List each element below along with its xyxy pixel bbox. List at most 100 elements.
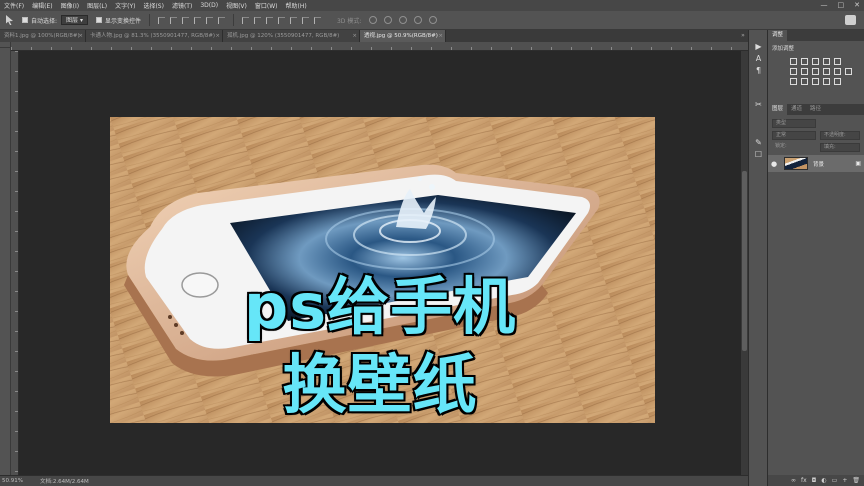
invert-icon[interactable] [790, 78, 797, 85]
new-layer-icon[interactable]: + [842, 477, 847, 484]
align-top-icon[interactable] [157, 16, 165, 24]
tab-close-icon[interactable]: × [215, 30, 220, 42]
delete-layer-icon[interactable]: 🗑 [852, 477, 860, 484]
tab-document-4[interactable]: 透视.jpg @ 50.9%(RGB/8#) × [360, 30, 446, 42]
zoom-level[interactable]: 50.91% [0, 478, 36, 484]
layer-filter-dropdown[interactable]: 类型 [772, 119, 816, 128]
color-lookup-icon[interactable] [845, 68, 852, 75]
align-bottom-icon[interactable] [181, 16, 189, 24]
auto-select-checkbox[interactable] [22, 17, 28, 23]
align-left-icon[interactable] [193, 16, 201, 24]
menu-3d[interactable]: 3D(D) [196, 2, 222, 9]
fill-field[interactable]: 填充: [820, 143, 860, 152]
menu-window[interactable]: 窗口(W) [251, 1, 282, 10]
menu-select[interactable]: 选择(S) [139, 1, 168, 10]
selective-color-icon[interactable] [823, 78, 830, 85]
brush-icon[interactable]: ✎ [754, 138, 763, 147]
adjustment-row-1 [768, 58, 864, 65]
opacity-field[interactable]: 不透明度: [820, 131, 860, 140]
black-white-icon[interactable] [812, 68, 819, 75]
tab-adjustments[interactable]: 调整 [768, 30, 788, 41]
tab-layers[interactable]: 图层 [768, 104, 788, 115]
eye-icon[interactable]: ● [768, 160, 780, 168]
tab-document-1[interactable]: 资料1.jpg @ 100%(RGB/8#) × [0, 30, 86, 42]
link-layers-icon[interactable]: ∞ [791, 477, 796, 484]
posterize-icon[interactable] [801, 78, 808, 85]
clone-source-icon[interactable]: ☐ [754, 150, 763, 159]
panel-grip[interactable] [0, 42, 10, 48]
brightness-icon[interactable] [790, 58, 797, 65]
maximize-button[interactable]: □ [838, 1, 845, 10]
layer-name: 背景 [813, 161, 825, 168]
paragraph-icon[interactable]: ¶ [754, 66, 763, 75]
layer-row-background[interactable]: ● 背景 ▣ [768, 155, 864, 172]
tab-document-2[interactable]: 卡通人物.jpg @ 81.3% (3550901477, RGB/8#) × [86, 30, 223, 42]
vibrance-icon[interactable] [834, 58, 841, 65]
history-icon[interactable]: ▶ [754, 42, 763, 51]
distribute-hcenter-icon[interactable] [289, 16, 297, 24]
window-controls: — □ ✕ [821, 1, 861, 10]
move-tool-icon[interactable] [6, 15, 13, 25]
scrollbar-thumb[interactable] [742, 171, 747, 351]
distribute-vcenter-icon[interactable] [253, 16, 261, 24]
threshold-icon[interactable] [812, 78, 819, 85]
channel-mixer-icon[interactable] [834, 68, 841, 75]
menu-file[interactable]: 文件(F) [0, 1, 28, 10]
tools-options-icon[interactable]: ✂ [754, 100, 763, 109]
properties-icon[interactable]: A [754, 54, 763, 63]
3d-roll-icon[interactable] [384, 16, 393, 24]
3d-scale-icon[interactable] [429, 16, 438, 24]
color-balance-icon[interactable] [801, 68, 808, 75]
auto-align-icon[interactable] [313, 16, 321, 24]
show-transform-checkbox[interactable] [95, 17, 102, 23]
3d-rotate-icon[interactable] [369, 16, 378, 24]
vertical-ruler[interactable] [11, 51, 19, 475]
distribute-right-icon[interactable] [301, 16, 309, 24]
align-right-icon[interactable] [217, 16, 225, 24]
menu-view[interactable]: 视图(V) [222, 1, 251, 10]
exposure-icon[interactable] [823, 58, 830, 65]
new-group-icon[interactable]: ▭ [832, 477, 838, 484]
menu-type[interactable]: 文字(Y) [111, 1, 139, 10]
blend-mode-dropdown[interactable]: 正常 [772, 131, 816, 140]
camera-icon[interactable] [845, 15, 856, 25]
tab-close-icon[interactable]: × [78, 30, 83, 42]
document-size[interactable]: 文档:2.64M/2.64M [40, 477, 89, 485]
3d-slide-icon[interactable] [414, 16, 423, 24]
3d-pan-icon[interactable] [399, 16, 408, 24]
layers-footer: ∞ fx ◘ ◐ ▭ + 🗑 [768, 475, 864, 486]
distribute-bottom-icon[interactable] [265, 16, 273, 24]
show-transform-label: 显示变换控件 [104, 17, 141, 25]
gradient-map-icon[interactable] [834, 78, 841, 85]
menu-layer[interactable]: 图层(L) [83, 1, 111, 10]
align-vcenter-icon[interactable] [169, 16, 177, 24]
tab-document-3[interactable]: 孤机.jpg @ 120% (3550901477, RGB/8#) × [223, 30, 360, 42]
tab-overflow-button[interactable]: » [738, 30, 748, 42]
minimize-button[interactable]: — [821, 1, 828, 10]
menu-help[interactable]: 帮助(H) [282, 1, 311, 10]
levels-icon[interactable] [801, 58, 808, 65]
menu-edit[interactable]: 编辑(E) [28, 1, 56, 10]
distribute-top-icon[interactable] [241, 16, 249, 24]
tab-channels[interactable]: 通道 [787, 104, 806, 115]
tab-close-icon[interactable]: × [352, 30, 357, 42]
layer-style-icon[interactable]: fx [801, 477, 807, 484]
auto-select-dropdown[interactable]: 图层 [61, 15, 88, 25]
menu-filter[interactable]: 滤镜(T) [168, 1, 196, 10]
new-fill-layer-icon[interactable]: ◐ [821, 477, 826, 484]
tab-paths[interactable]: 路径 [806, 104, 825, 115]
options-bar: 自动选择: 图层 显示变换控件 3D 模式: [0, 11, 864, 30]
photo-filter-icon[interactable] [823, 68, 830, 75]
document-canvas[interactable]: ps给手机 换壁纸 [19, 51, 741, 475]
canvas-vertical-scrollbar[interactable] [741, 51, 748, 475]
hue-saturation-icon[interactable] [790, 68, 797, 75]
menu-image[interactable]: 图像(I) [57, 1, 83, 10]
tab-close-icon[interactable]: × [438, 30, 443, 42]
align-hcenter-icon[interactable] [205, 16, 213, 24]
add-mask-icon[interactable]: ◘ [812, 477, 817, 484]
curves-icon[interactable] [812, 58, 819, 65]
close-button[interactable]: ✕ [854, 1, 860, 10]
horizontal-ruler[interactable] [11, 42, 748, 51]
divider [148, 14, 150, 26]
distribute-left-icon[interactable] [277, 16, 285, 24]
